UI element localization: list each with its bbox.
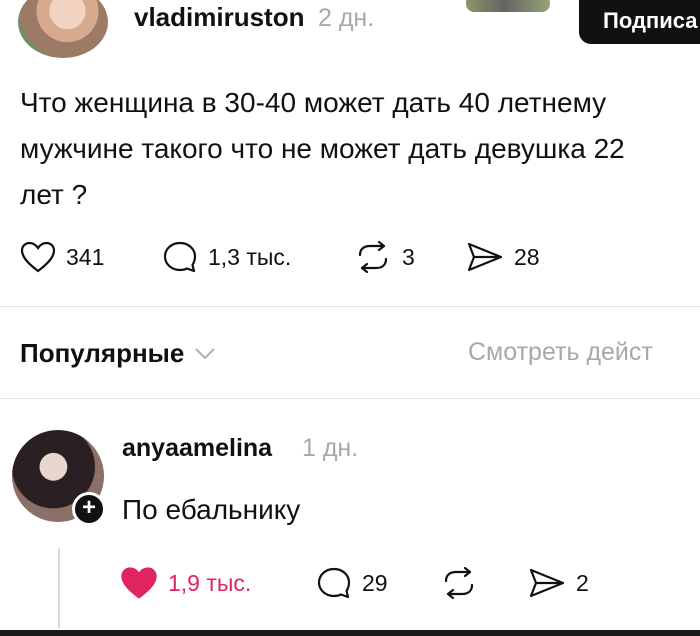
- chevron-down-icon: [195, 347, 216, 359]
- comment-like-button[interactable]: 1,9 тыс.: [120, 566, 251, 600]
- send-icon: [529, 568, 565, 598]
- thread-line: [58, 548, 60, 628]
- repost-button[interactable]: 3: [354, 240, 415, 274]
- author-username[interactable]: vladimiruston: [134, 2, 304, 33]
- comment-repost-button[interactable]: [440, 566, 488, 600]
- view-activity-link[interactable]: Смотреть дейст: [468, 338, 653, 367]
- sort-label: Популярные: [20, 338, 185, 368]
- repost-icon: [358, 241, 388, 273]
- heart-filled-icon: [121, 567, 157, 599]
- bottom-edge: [0, 630, 700, 636]
- comment-bubble-icon: [163, 241, 197, 273]
- commenter-username[interactable]: anyaamelina: [122, 434, 272, 463]
- comment-share-button[interactable]: 2: [528, 566, 589, 600]
- divider: [0, 398, 700, 399]
- like-count: 341: [66, 243, 105, 270]
- overlay-sticker: [466, 0, 550, 12]
- post-timestamp: 2 дн.: [318, 4, 375, 32]
- repost-icon: [444, 567, 474, 599]
- comment-reply-button[interactable]: 29: [316, 566, 388, 600]
- share-count: 28: [514, 243, 540, 270]
- share-button[interactable]: 28: [466, 240, 540, 274]
- comment-count: 1,3 тыс.: [208, 243, 292, 270]
- send-icon: [467, 242, 503, 272]
- comment-reply-count: 29: [362, 569, 388, 596]
- comment-like-count: 1,9 тыс.: [168, 569, 252, 596]
- heart-icon: [20, 241, 56, 273]
- divider: [0, 306, 700, 307]
- comment-share-count: 2: [576, 569, 589, 596]
- subscribe-button[interactable]: Подписа: [579, 0, 700, 44]
- comment-timestamp: 1 дн.: [302, 434, 359, 462]
- like-button[interactable]: 341: [20, 240, 104, 274]
- sort-dropdown[interactable]: Популярные: [20, 338, 216, 369]
- comment-bubble-icon: [317, 567, 351, 599]
- follow-plus-icon[interactable]: +: [72, 492, 106, 526]
- repost-count: 3: [402, 243, 415, 270]
- comment-button[interactable]: 1,3 тыс.: [162, 240, 291, 274]
- post-body: Что женщина в 30-40 может дать 40 летнем…: [20, 87, 625, 210]
- author-avatar[interactable]: [18, 0, 108, 58]
- comment-body: По ебальнику: [122, 494, 301, 525]
